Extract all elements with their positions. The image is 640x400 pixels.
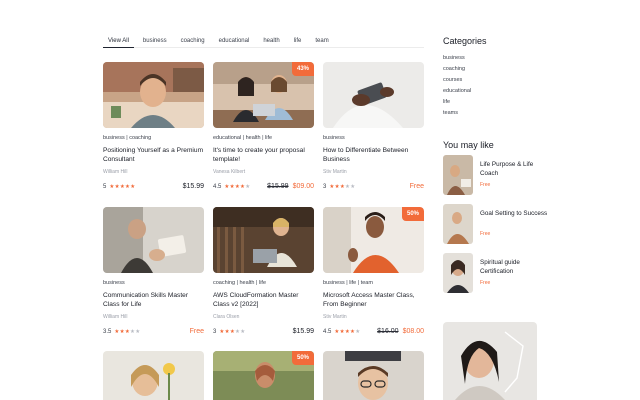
recommended-item[interactable]: Goal Setting to Success Free — [443, 204, 563, 244]
recommended-title[interactable]: Life Purpose & Life Coach — [480, 160, 550, 178]
course-rating: 5 — [103, 183, 107, 190]
course-card[interactable]: 50% — [213, 351, 314, 400]
you-may-like-heading: You may like — [443, 140, 494, 150]
course-author: William Hill — [103, 314, 128, 320]
course-card[interactable]: coaching | health | life AWS CloudFormat… — [213, 207, 314, 336]
recommended-price: Free — [480, 231, 491, 237]
course-rating: 3 — [213, 328, 217, 335]
star-rating-icon: ★★★★★ — [109, 183, 136, 190]
course-rating: 3.5 — [103, 328, 112, 335]
tab-coaching[interactable]: coaching — [176, 36, 210, 48]
category-link[interactable]: business — [443, 53, 563, 64]
recommended-thumbnail[interactable] — [443, 253, 473, 293]
category-link[interactable]: teams — [443, 108, 563, 119]
discount-badge: 43% — [291, 62, 314, 76]
star-rating-icon: ★★★★★ — [219, 328, 246, 335]
tab-view-all[interactable]: View All — [103, 36, 134, 48]
course-thumbnail[interactable]: 43% — [213, 62, 314, 128]
course-categories: educational | health | life — [213, 135, 273, 141]
recommended-item[interactable]: Life Purpose & Life Coach Free — [443, 155, 563, 195]
tab-team[interactable]: team — [310, 36, 333, 48]
course-thumbnail[interactable]: 50% — [213, 351, 314, 400]
course-rating: 3 — [323, 183, 327, 190]
course-categories: coaching | health | life — [213, 280, 267, 286]
course-title[interactable]: AWS CloudFormation Master Class v2 [2022… — [213, 291, 314, 309]
recommended-thumbnail[interactable] — [443, 155, 473, 195]
course-categories: business | life | team — [323, 280, 373, 286]
star-rating-icon: ★★★★★ — [329, 183, 356, 190]
recommended-item[interactable]: Spiritual guide Certification Free — [443, 253, 563, 293]
course-card[interactable] — [323, 351, 424, 400]
course-card[interactable]: business Communication Skills Master Cla… — [103, 207, 204, 336]
course-card[interactable]: 50% business | life | team Microsoft Acc… — [323, 207, 424, 336]
tab-educational[interactable]: educational — [214, 36, 255, 48]
category-tabs: View All business coaching educational h… — [103, 36, 424, 48]
recommended-title[interactable]: Spiritual guide Certification — [480, 258, 550, 276]
course-rating: 4.5 — [323, 328, 332, 335]
course-thumbnail[interactable] — [103, 62, 204, 128]
category-link[interactable]: educational — [443, 86, 563, 97]
category-link[interactable]: coaching — [443, 64, 563, 75]
course-card[interactable]: business | coaching Positioning Yourself… — [103, 62, 204, 191]
course-card[interactable]: business How to Differentiate Between Bu… — [323, 62, 424, 191]
tab-life[interactable]: life — [289, 36, 307, 48]
course-card[interactable]: 43% educational | health | life It's tim… — [213, 62, 314, 191]
recommended-price: Free — [480, 182, 491, 188]
course-title[interactable]: Positioning Yourself as a Premium Consul… — [103, 146, 204, 164]
course-title[interactable]: How to Differentiate Between Business — [323, 146, 424, 164]
discount-badge: 50% — [291, 351, 314, 365]
recommended-price: Free — [480, 280, 491, 286]
star-rating-icon: ★★★★★ — [224, 183, 251, 190]
course-categories: business | coaching — [103, 135, 152, 141]
course-author: William Hill — [103, 169, 128, 175]
course-author: Stiv Martin — [323, 169, 347, 175]
course-price: Free — [189, 328, 204, 335]
course-thumbnail[interactable] — [323, 351, 424, 400]
course-categories: business — [103, 280, 125, 286]
course-title[interactable]: Microsoft Access Master Class, From Begi… — [323, 291, 424, 309]
course-price: $15.99 — [292, 328, 314, 335]
promo-banner-image[interactable] — [443, 322, 537, 400]
tab-business[interactable]: business — [138, 36, 172, 48]
course-thumbnail[interactable] — [323, 62, 424, 128]
categories-heading: Categories — [443, 36, 487, 46]
category-link[interactable]: courses — [443, 75, 563, 86]
course-price: $08.00 — [402, 328, 424, 335]
course-author: Clara Olsen — [213, 314, 240, 320]
course-rating: 4.5 — [213, 183, 222, 190]
course-title[interactable]: It's time to create your proposal templa… — [213, 146, 314, 164]
tab-health[interactable]: health — [258, 36, 284, 48]
star-rating-icon: ★★★★★ — [334, 328, 361, 335]
course-categories: business — [323, 135, 345, 141]
course-title[interactable]: Communication Skills Master Class for Li… — [103, 291, 204, 309]
course-thumbnail[interactable]: 50% — [323, 207, 424, 273]
categories-panel: Categories business coaching courses edu… — [443, 36, 563, 119]
course-price: $15.99 — [182, 183, 204, 190]
course-price: Free — [409, 183, 424, 190]
recommended-thumbnail[interactable] — [443, 204, 473, 244]
categories-list: business coaching courses educational li… — [443, 53, 563, 119]
category-link[interactable]: life — [443, 97, 563, 108]
course-old-price: $16.00 — [377, 328, 399, 335]
discount-badge: 50% — [401, 207, 424, 221]
course-author: Stiv Martin — [323, 314, 347, 320]
course-card[interactable] — [103, 351, 204, 400]
course-old-price: $15.99 — [267, 183, 289, 190]
course-thumbnail[interactable] — [103, 351, 204, 400]
course-thumbnail[interactable] — [103, 207, 204, 273]
star-rating-icon: ★★★★★ — [114, 328, 141, 335]
course-price: $09.00 — [292, 183, 314, 190]
course-thumbnail[interactable] — [213, 207, 314, 273]
recommended-title[interactable]: Goal Setting to Success — [480, 209, 550, 218]
course-author: Vanesa Kilbert — [213, 169, 246, 175]
